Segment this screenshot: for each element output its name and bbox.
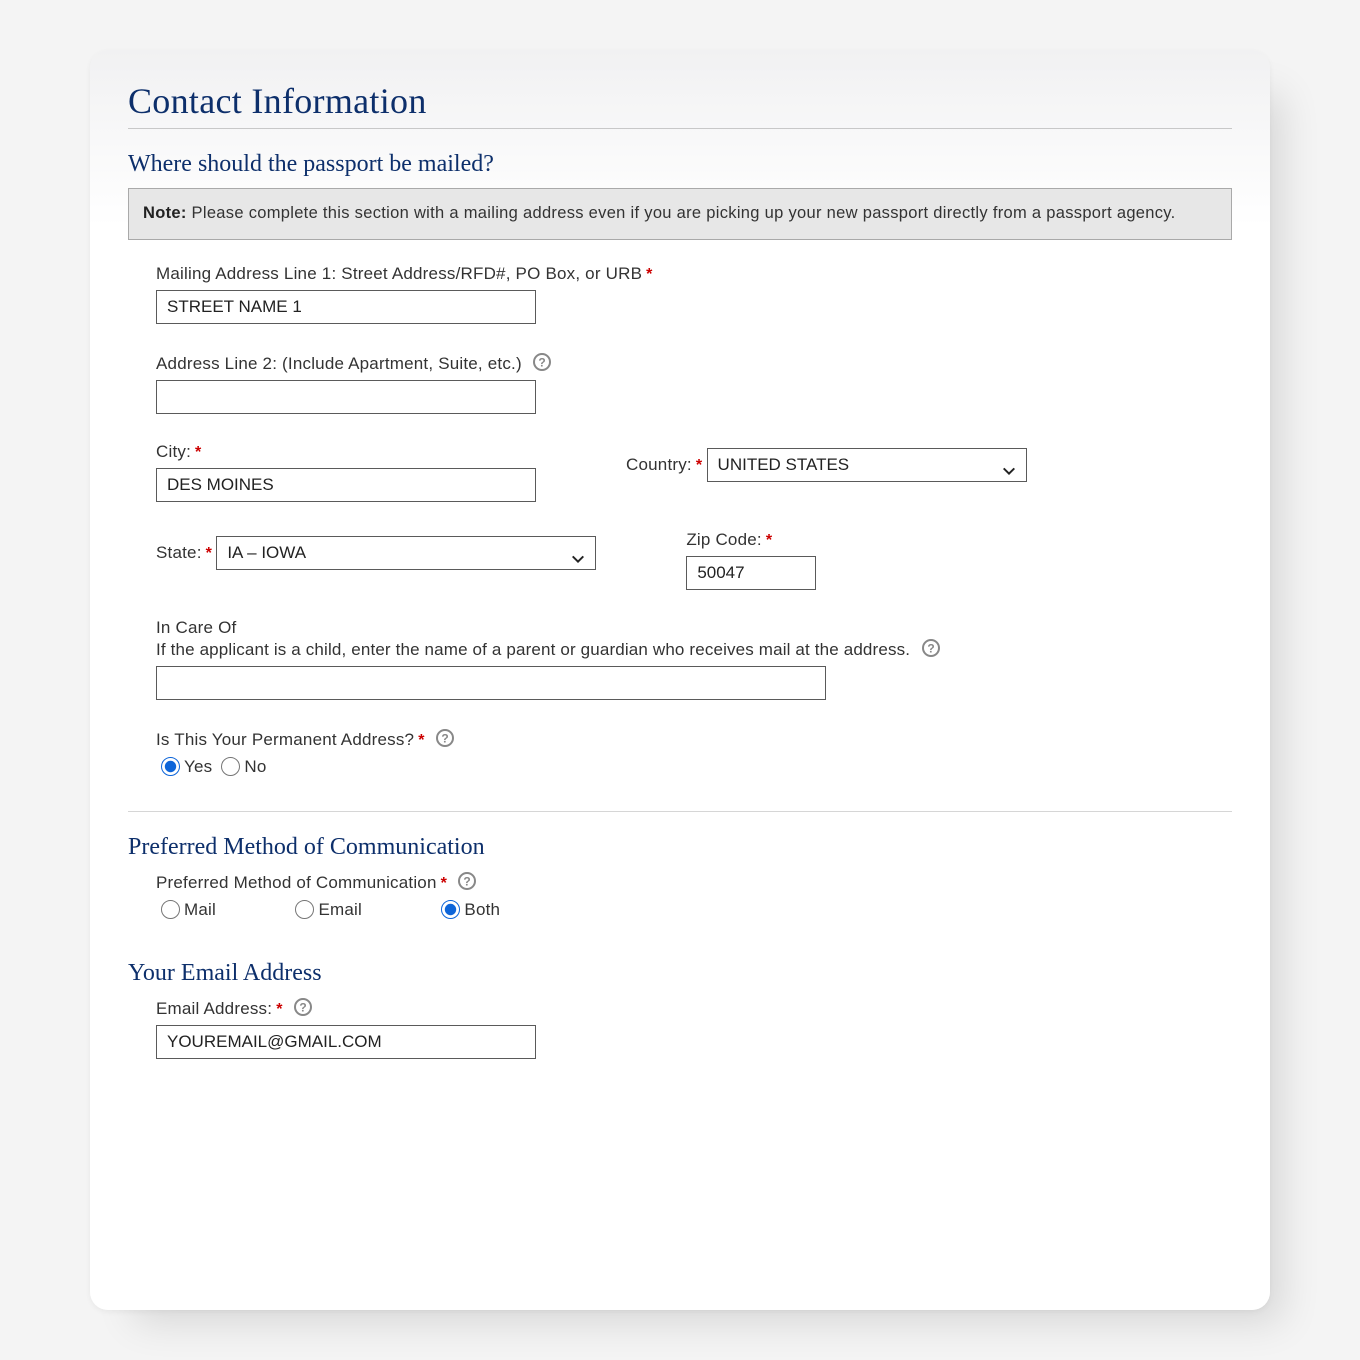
perm-no-text: No — [244, 757, 266, 776]
svg-text:?: ? — [927, 641, 934, 655]
comm-both-label[interactable]: Both — [436, 897, 500, 920]
svg-text:?: ? — [464, 874, 471, 888]
section-email-title: Your Email Address — [128, 960, 1232, 987]
svg-text:?: ? — [441, 731, 448, 745]
comm-email-radio[interactable] — [295, 900, 314, 919]
section-comm-title: Preferred Method of Communication — [128, 834, 1232, 861]
comm-label: Preferred Method of Communication — [156, 873, 437, 893]
required-star: * — [441, 875, 447, 892]
comm-field: Preferred Method of Communication* ? Mai… — [156, 871, 1232, 920]
care-input[interactable] — [156, 666, 826, 700]
state-select[interactable]: IA – IOWA — [216, 536, 596, 570]
required-star: * — [195, 444, 201, 461]
perm-field: Is This Your Permanent Address?* ? Yes No — [156, 728, 1232, 777]
perm-yes-text: Yes — [184, 757, 212, 776]
zip-label: Zip Code: — [686, 530, 762, 550]
zip-field: Zip Code:* — [686, 530, 816, 590]
care-help-text: If the applicant is a child, enter the n… — [156, 640, 910, 659]
addr1-field: Mailing Address Line 1: Street Address/R… — [156, 264, 1232, 324]
comm-email-label[interactable]: Email — [290, 897, 362, 920]
note-body: Please complete this section with a mail… — [187, 204, 1176, 222]
state-label: State: — [156, 543, 202, 563]
comm-email-text: Email — [318, 900, 362, 919]
required-star: * — [646, 266, 652, 283]
perm-yes-label[interactable]: Yes — [156, 754, 212, 777]
addr1-input[interactable] — [156, 290, 536, 324]
help-icon[interactable]: ? — [293, 997, 313, 1017]
perm-yes-radio[interactable] — [161, 757, 180, 776]
form-card: Contact Information Where should the pas… — [90, 50, 1270, 1310]
email-input[interactable] — [156, 1025, 536, 1059]
country-select[interactable]: UNITED STATES — [707, 448, 1027, 482]
section-mailing-title: Where should the passport be mailed? — [128, 151, 1232, 178]
required-star: * — [276, 1001, 282, 1018]
perm-label: Is This Your Permanent Address? — [156, 730, 414, 750]
note-prefix: Note: — [143, 204, 187, 222]
addr2-label: Address Line 2: (Include Apartment, Suit… — [156, 354, 522, 374]
mailing-note: Note: Please complete this section with … — [128, 188, 1232, 240]
addr2-input[interactable] — [156, 380, 536, 414]
required-star: * — [696, 457, 702, 474]
city-input[interactable] — [156, 468, 536, 502]
section-divider — [128, 811, 1232, 812]
email-label: Email Address: — [156, 999, 272, 1019]
svg-text:?: ? — [299, 1000, 306, 1014]
required-star: * — [766, 532, 772, 549]
comm-both-radio[interactable] — [441, 900, 460, 919]
comm-mail-label[interactable]: Mail — [156, 897, 216, 920]
zip-input[interactable] — [686, 556, 816, 590]
country-field: Country:* UNITED STATES — [626, 442, 1027, 502]
help-icon[interactable]: ? — [457, 871, 477, 891]
page-title: Contact Information — [128, 80, 1232, 129]
email-field: Email Address:* ? — [156, 997, 1232, 1059]
required-star: * — [206, 545, 212, 562]
svg-text:?: ? — [539, 355, 546, 369]
city-field: City:* — [156, 442, 536, 502]
addr2-field: Address Line 2: (Include Apartment, Suit… — [156, 352, 1232, 414]
comm-both-text: Both — [464, 900, 500, 919]
help-icon[interactable]: ? — [921, 638, 941, 658]
state-field: State:* IA – IOWA — [156, 530, 596, 590]
required-star: * — [418, 732, 424, 749]
perm-no-radio[interactable] — [221, 757, 240, 776]
help-icon[interactable]: ? — [532, 352, 552, 372]
country-label: Country: — [626, 455, 692, 475]
comm-mail-radio[interactable] — [161, 900, 180, 919]
perm-no-label[interactable]: No — [216, 754, 266, 777]
addr1-label: Mailing Address Line 1: Street Address/R… — [156, 264, 642, 284]
care-field: In Care Of If the applicant is a child, … — [156, 618, 1232, 700]
city-label: City: — [156, 442, 191, 462]
help-icon[interactable]: ? — [435, 728, 455, 748]
care-label: In Care Of — [156, 618, 236, 638]
comm-mail-text: Mail — [184, 900, 216, 919]
